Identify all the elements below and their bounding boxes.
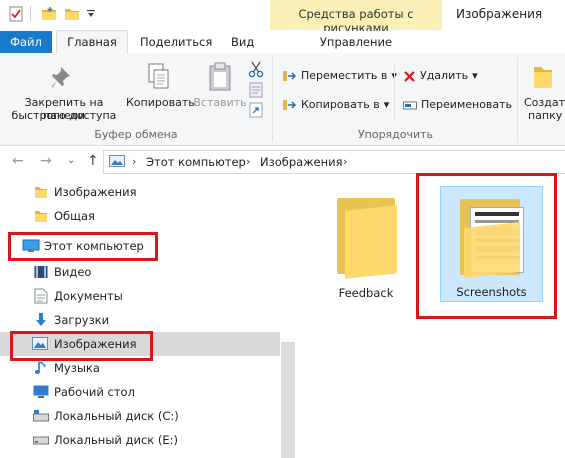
nav-item-label: Рабочий стол	[54, 385, 135, 399]
paste-icon	[209, 62, 231, 91]
copy-icon	[148, 63, 169, 89]
drive-icon	[33, 436, 49, 445]
desktop-icon	[33, 385, 49, 398]
rename-button[interactable]: Переименовать	[403, 95, 512, 115]
tab-manage[interactable]: Управление	[270, 31, 442, 53]
new-folder-icon	[534, 67, 552, 88]
new-folder-label-1: Создать	[524, 96, 565, 109]
copy-path-icon[interactable]	[249, 82, 263, 98]
qa-dropdown-icon[interactable]	[86, 9, 96, 19]
nav-item-label: Документы	[54, 289, 123, 303]
breadcrumb-pictures[interactable]: Изображения	[260, 155, 343, 169]
nav-item-label: Локальный диск (C:)	[54, 409, 179, 423]
nav-item-label: Музыка	[54, 361, 100, 375]
tab-share[interactable]: Поделиться	[140, 31, 212, 53]
pictures-location-icon	[109, 155, 125, 167]
delete-label: Удалить	[420, 69, 469, 82]
breadcrumb-chevron[interactable]: ›	[246, 155, 250, 168]
nav-item-label: Локальный диск (E:)	[54, 433, 178, 447]
highlight-box-screenshots	[416, 173, 557, 319]
file-label: Feedback	[338, 286, 394, 300]
drive-icon	[33, 410, 49, 422]
move-to-icon	[283, 71, 297, 81]
nav-item-pictures-quick[interactable]: Изображения	[0, 180, 280, 204]
new-folder-button[interactable]: Создать папку	[518, 58, 565, 124]
nav-item-shared[interactable]: Общая	[0, 204, 280, 228]
nav-pane-scrollbar[interactable]	[281, 342, 295, 458]
nav-item-label: Общая	[54, 209, 95, 223]
nav-item-video[interactable]: Видео	[0, 260, 280, 284]
nav-item-label: Загрузки	[54, 313, 110, 327]
copy-to-dropdown: ▾	[383, 98, 390, 111]
nav-item-label: Изображения	[54, 185, 137, 199]
copy-label: Копировать	[126, 96, 195, 109]
nav-item-label: Видео	[54, 265, 92, 279]
organize-group-label: Упорядочить	[357, 128, 434, 141]
breadcrumb-this-pc[interactable]: Этот компьютер	[146, 155, 246, 169]
qa-new-folder-icon[interactable]	[41, 6, 57, 22]
nav-item-drive-e[interactable]: Локальный диск (E:)	[0, 428, 280, 452]
copy-to-button[interactable]: Копировать в ▾	[283, 95, 389, 115]
paste-shortcut-icon[interactable]	[249, 102, 263, 118]
rename-label: Переименовать	[421, 98, 513, 111]
document-icon	[34, 288, 48, 304]
download-icon	[36, 313, 46, 326]
qa-properties-icon[interactable]	[8, 6, 24, 22]
move-to-label: Переместить в	[301, 69, 388, 82]
folder-icon	[35, 187, 47, 198]
tab-home[interactable]: Главная	[56, 30, 128, 54]
copy-button[interactable]: Копировать	[126, 58, 195, 118]
folder-icon	[35, 211, 47, 222]
pin-icon	[52, 67, 70, 88]
nav-item-documents[interactable]: Документы	[0, 284, 280, 308]
nav-item-desktop[interactable]: Рабочий стол	[0, 380, 280, 404]
breadcrumb-chevron[interactable]: ›	[132, 155, 136, 168]
back-arrow-icon[interactable]: ←	[12, 153, 24, 169]
rename-icon	[403, 101, 417, 109]
highlight-box-this-pc	[8, 232, 158, 261]
delete-dropdown: ▾	[472, 69, 478, 82]
tab-file[interactable]: Файл	[0, 31, 52, 54]
paste-button[interactable]: Вставить	[192, 58, 248, 118]
file-item-feedback[interactable]: Feedback	[320, 186, 412, 306]
copy-to-label: Копировать в	[301, 98, 380, 111]
music-icon	[34, 361, 46, 374]
nav-item-drive-c[interactable]: Локальный диск (C:)	[0, 404, 280, 428]
recent-dropdown-icon[interactable]: ⌄	[67, 155, 75, 166]
pin-label-2: быстрого доступа	[11, 109, 117, 122]
video-icon	[34, 266, 48, 278]
move-to-button[interactable]: Переместить в ▾	[283, 66, 397, 86]
up-arrow-icon[interactable]: ↑	[87, 153, 99, 169]
copy-to-icon	[283, 100, 297, 110]
breadcrumb-chevron[interactable]: ›	[343, 155, 347, 168]
qa-folder-icon[interactable]	[64, 6, 80, 22]
tab-view[interactable]: Вид	[231, 31, 254, 53]
highlight-box-pictures	[10, 331, 153, 361]
nav-item-downloads[interactable]: Загрузки	[0, 308, 280, 332]
window-title: Изображения	[456, 7, 543, 21]
pin-to-quick-access-button[interactable]: Закрепить на панели быстрого доступа	[2, 58, 126, 124]
ribbon-separator	[394, 62, 395, 122]
new-folder-label-2: папку	[528, 109, 563, 122]
qa-separator	[30, 6, 31, 22]
forward-arrow-icon[interactable]: →	[40, 153, 52, 169]
delete-button[interactable]: Удалить ▾	[403, 66, 478, 86]
clipboard-group-label: Буфер обмена	[94, 128, 178, 141]
folder-icon	[337, 198, 397, 279]
delete-icon	[404, 70, 415, 82]
cut-icon[interactable]	[248, 60, 264, 78]
paste-label: Вставить	[193, 96, 247, 109]
